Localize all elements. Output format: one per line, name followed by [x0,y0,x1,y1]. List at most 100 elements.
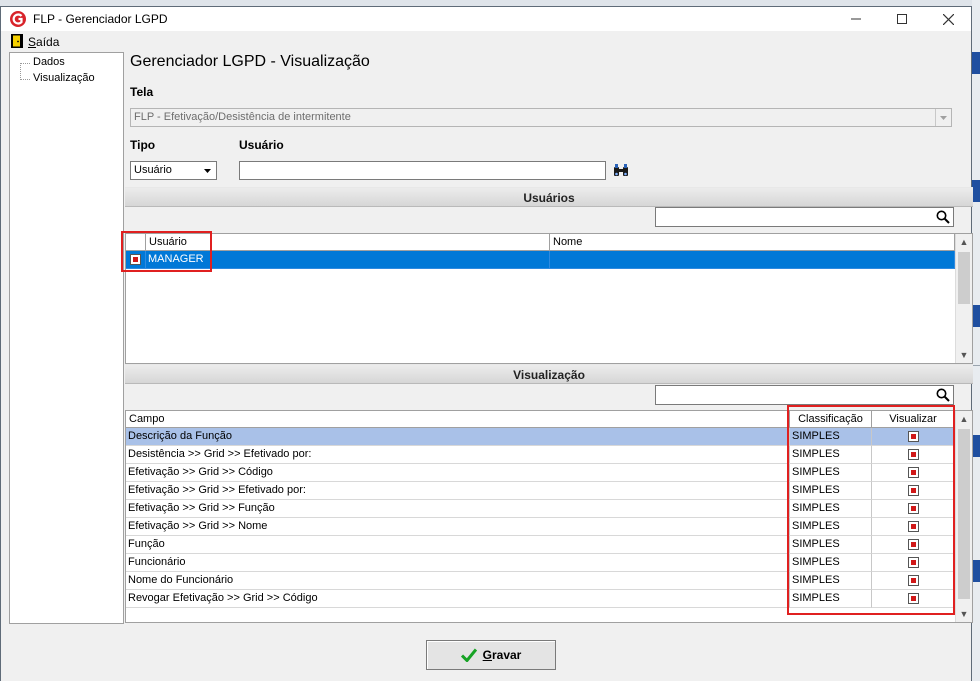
visualizar-checkbox[interactable] [908,557,919,568]
search-icon[interactable] [936,210,950,224]
tela-combobox[interactable]: FLP - Efetivação/Desistência de intermit… [130,108,952,127]
visualizar-checkbox[interactable] [908,575,919,586]
row-visualizar-cell [872,554,955,572]
vis-col-classificacao[interactable]: Classificação [790,411,872,428]
row-classificacao: SIMPLES [790,590,872,608]
binoculars-icon[interactable] [613,163,629,179]
background-tab [972,435,980,457]
table-row[interactable]: MANAGER [126,251,955,269]
row-nome [550,251,955,269]
visualizar-checkbox[interactable] [908,485,919,496]
row-visualizar-cell [872,590,955,608]
visualizar-checkbox[interactable] [908,467,919,478]
tree-connector [20,63,21,80]
row-classificacao: SIMPLES [790,482,872,500]
vis-col-campo[interactable]: Campo [126,411,790,428]
background-app-edge [972,0,980,681]
menu-saida[interactable]: Saída [28,35,59,49]
table-row[interactable]: Efetivação >> Grid >> Nome SIMPLES [126,518,955,536]
row-campo: Efetivação >> Grid >> Código [126,464,790,482]
exit-door-icon [11,34,23,48]
visualizar-checkbox[interactable] [908,449,919,460]
row-campo: Revogar Efetivação >> Grid >> Código [126,590,790,608]
visualizar-checkbox[interactable] [908,539,919,550]
row-campo: Nome do Funcionário [126,572,790,590]
tree-item-dados[interactable]: Dados [33,56,65,68]
scroll-thumb[interactable] [958,429,970,599]
menu-saida-text: aída [36,35,60,49]
chevron-down-icon [935,109,951,126]
table-row[interactable]: Funcionário SIMPLES [126,554,955,572]
minimize-button[interactable] [833,7,879,31]
usuarios-search-input[interactable] [655,207,954,227]
background-tab [972,305,980,327]
row-classificacao: SIMPLES [790,500,872,518]
close-icon [942,13,954,25]
chevron-down-icon [200,163,215,178]
row-check-cell [126,251,146,269]
row-classificacao: SIMPLES [790,536,872,554]
row-campo: Descrição da Função [126,428,790,446]
tipo-value: Usuário [134,164,172,176]
visualizar-checkbox[interactable] [908,431,919,442]
table-row[interactable]: Nome do Funcionário SIMPLES [126,572,955,590]
visualizacao-scrollbar[interactable]: ▲ ▼ [955,411,972,622]
window-title: FLP - Gerenciador LGPD [33,12,168,26]
maximize-button[interactable] [879,7,925,31]
usuarios-check-header [126,234,146,251]
row-checkbox[interactable] [130,254,141,265]
table-row[interactable]: Função SIMPLES [126,536,955,554]
green-check-icon [460,648,477,662]
row-campo: Efetivação >> Grid >> Nome [126,518,790,536]
minimize-icon [851,18,861,20]
navigation-tree: Dados Visualização [9,52,124,624]
scroll-up-icon[interactable]: ▲ [956,411,972,427]
visualizar-checkbox[interactable] [908,503,919,514]
table-row[interactable]: Descrição da Função SIMPLES [126,428,955,446]
visualizacao-grid: Campo Classificação Visualizar Descrição… [125,410,973,623]
row-classificacao: SIMPLES [790,464,872,482]
flp-logo-icon [10,11,26,27]
row-visualizar-cell [872,464,955,482]
scroll-down-icon[interactable]: ▼ [956,606,972,622]
tree-item-visualizacao[interactable]: Visualização [33,72,95,84]
visualizacao-search-input[interactable] [655,385,954,405]
background-tab [972,52,980,74]
scroll-down-icon[interactable]: ▼ [956,347,972,363]
tree-connector [20,63,30,64]
tipo-label: Tipo [130,138,156,152]
title-bar[interactable]: FLP - Gerenciador LGPD [1,7,971,31]
table-row[interactable]: Desistência >> Grid >> Efetivado por: SI… [126,446,955,464]
usuarios-col-usuario[interactable]: Usuário [146,234,550,251]
tela-value: FLP - Efetivação/Desistência de intermit… [134,111,351,123]
usuarios-col-nome[interactable]: Nome [550,234,955,251]
visualizar-checkbox[interactable] [908,593,919,604]
row-classificacao: SIMPLES [790,518,872,536]
row-visualizar-cell [872,518,955,536]
tipo-select[interactable]: Usuário [130,161,217,180]
row-visualizar-cell [872,428,955,446]
gravar-accel: G [482,648,492,662]
table-row[interactable]: Revogar Efetivação >> Grid >> Código SIM… [126,590,955,608]
row-campo: Funcionário [126,554,790,572]
vis-col-visualizar[interactable]: Visualizar [872,411,955,428]
search-icon[interactable] [936,388,950,402]
page-title: Gerenciador LGPD - Visualização [130,53,370,70]
scroll-up-icon[interactable]: ▲ [956,234,972,250]
visualizar-checkbox[interactable] [908,521,919,532]
usuarios-scrollbar[interactable]: ▲ ▼ [955,234,972,363]
row-campo: Efetivação >> Grid >> Função [126,500,790,518]
gravar-button[interactable]: Gravar [426,640,556,670]
row-visualizar-cell [872,482,955,500]
close-button[interactable] [925,7,971,31]
scroll-thumb[interactable] [958,252,970,304]
row-visualizar-cell [872,446,955,464]
table-row[interactable]: Efetivação >> Grid >> Efetivado por: SIM… [126,482,955,500]
table-row[interactable]: Efetivação >> Grid >> Função SIMPLES [126,500,955,518]
row-usuario: MANAGER [146,251,550,269]
usuarios-section-header: Usuários [125,187,973,207]
maximize-icon [897,14,907,24]
usuario-input[interactable] [239,161,606,180]
row-classificacao: SIMPLES [790,554,872,572]
table-row[interactable]: Efetivação >> Grid >> Código SIMPLES [126,464,955,482]
